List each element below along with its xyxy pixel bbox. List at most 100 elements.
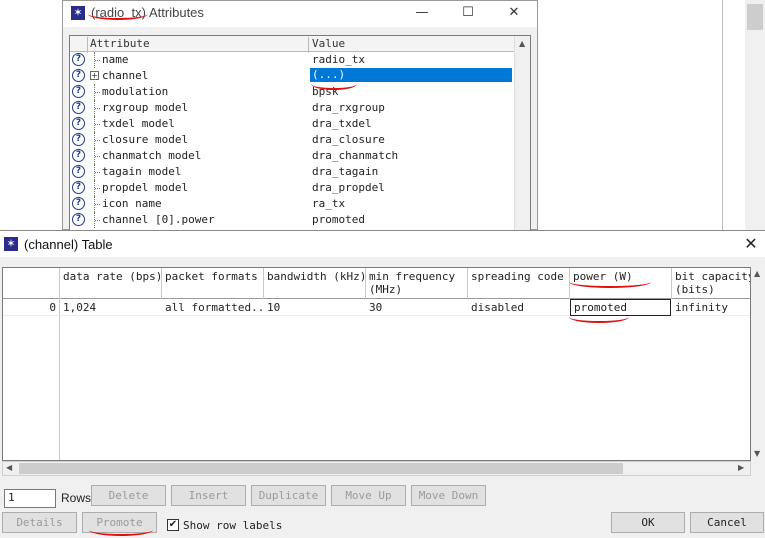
attribute-name: txdel model: [102, 117, 175, 130]
attributes-title-suffix: Attributes: [149, 5, 204, 20]
cell-packet-formats[interactable]: all formatted...: [162, 299, 264, 316]
attribute-value[interactable]: promoted: [312, 213, 365, 226]
cell-data-rate[interactable]: 1,024: [60, 299, 162, 316]
help-icon[interactable]: ?: [72, 101, 85, 114]
show-row-labels-label[interactable]: Show row labels: [183, 519, 282, 532]
attribute-row[interactable]: ? closure model dra_closure: [70, 132, 516, 148]
attribute-row[interactable]: ? icon name ra_tx: [70, 196, 516, 212]
attribute-row[interactable]: ? channel [0].power promoted: [70, 212, 516, 228]
tree-connector-icon: [94, 148, 100, 164]
attribute-value[interactable]: dra_tagain: [312, 165, 378, 178]
attribute-row[interactable]: ? modulation bpsk: [70, 84, 516, 100]
attribute-name: icon name: [102, 197, 162, 210]
attribute-row[interactable]: ? chanmatch model dra_chanmatch: [70, 148, 516, 164]
column-header-bit-capacity[interactable]: bit capacity (bits): [672, 268, 750, 299]
column-header-value[interactable]: Value: [312, 37, 345, 50]
horizontal-scroll-thumb[interactable]: [19, 463, 623, 474]
close-icon[interactable]: ✕: [737, 231, 765, 257]
background-divider: [722, 0, 723, 230]
grid-horizontal-scrollbar[interactable]: ◀ ▶: [2, 461, 751, 476]
attributes-table-header: Attribute Value: [70, 36, 516, 53]
help-icon[interactable]: ?: [72, 197, 85, 210]
attribute-value[interactable]: dra_txdel: [312, 117, 372, 130]
show-row-labels-checkbox[interactable]: ✔: [167, 519, 179, 531]
table-title: (channel) Table: [24, 237, 113, 252]
insert-button[interactable]: Insert: [171, 485, 246, 506]
duplicate-button[interactable]: Duplicate: [251, 485, 326, 506]
rows-count-input[interactable]: 1: [4, 489, 56, 508]
cell-min-frequency[interactable]: 30: [366, 299, 468, 316]
column-header-packet-formats[interactable]: packet formats: [162, 268, 264, 299]
attribute-value[interactable]: dra_closure: [312, 133, 385, 146]
attribute-row[interactable]: ? propdel model dra_propdel: [70, 180, 516, 196]
rows-label: Rows: [61, 491, 92, 505]
attribute-value[interactable]: dra_chanmatch: [312, 149, 398, 162]
help-icon[interactable]: ?: [72, 213, 85, 226]
help-icon[interactable]: ?: [72, 117, 85, 130]
attribute-value[interactable]: ra_tx: [312, 197, 345, 210]
attribute-value[interactable]: dra_rxgroup: [312, 101, 385, 114]
scroll-up-arrow-icon[interactable]: ▲: [754, 269, 760, 278]
help-icon[interactable]: ?: [72, 181, 85, 194]
scroll-right-arrow-icon[interactable]: ▶: [738, 463, 744, 472]
close-icon[interactable]: ✕: [491, 1, 537, 25]
ok-button[interactable]: OK: [611, 512, 685, 533]
cell-bit-capacity[interactable]: infinity: [672, 299, 750, 316]
column-header-min-frequency[interactable]: min frequency (MHz): [366, 268, 468, 299]
attribute-name: propdel model: [102, 181, 189, 194]
table-row[interactable]: 0 1,024 all formatted... 10 30 disabled …: [3, 299, 750, 316]
tree-connector-icon: [94, 52, 100, 68]
tree-connector-icon: [94, 100, 100, 116]
grid-vertical-scrollbar[interactable]: ▲ ▼: [751, 267, 765, 461]
help-icon[interactable]: ?: [72, 133, 85, 146]
tree-connector-icon: [94, 164, 100, 180]
channel-table-dialog: ✶ (channel) Table ✕ data rate (bps) pack…: [0, 230, 765, 538]
scroll-up-arrow-icon[interactable]: ▲: [519, 39, 525, 48]
row-label[interactable]: 0: [3, 299, 60, 316]
background-scroll-thumb[interactable]: [747, 4, 763, 30]
help-icon[interactable]: ?: [72, 85, 85, 98]
attribute-row[interactable]: ? tagain model dra_tagain: [70, 164, 516, 180]
help-icon[interactable]: ?: [72, 53, 85, 66]
attributes-table: Attribute Value ? name radio_tx? + channel (.…: [69, 35, 531, 231]
attribute-value[interactable]: radio_tx: [312, 53, 365, 66]
maximize-icon[interactable]: ☐: [445, 1, 491, 25]
minimize-icon[interactable]: —: [399, 1, 445, 25]
help-icon[interactable]: ?: [72, 165, 85, 178]
expand-plus-icon[interactable]: +: [90, 71, 99, 80]
attribute-name: channel [0].power: [102, 213, 215, 226]
column-header-attribute[interactable]: Attribute: [90, 37, 150, 50]
background-scrollbar[interactable]: [745, 0, 765, 230]
scroll-left-arrow-icon[interactable]: ◀: [6, 463, 12, 472]
attributes-scrollbar[interactable]: ▲: [514, 36, 530, 230]
tree-connector-icon: [94, 84, 100, 100]
help-icon[interactable]: ?: [72, 69, 85, 82]
attribute-row[interactable]: ? rxgroup model dra_rxgroup: [70, 100, 516, 116]
tree-connector-icon: [94, 212, 100, 228]
tree-connector-icon: [94, 196, 100, 212]
scroll-down-arrow-icon[interactable]: ▼: [754, 449, 760, 458]
column-header-bandwidth[interactable]: bandwidth (kHz): [264, 268, 366, 299]
cell-spreading-code[interactable]: disabled: [468, 299, 570, 316]
attribute-row[interactable]: ? + channel (...): [70, 68, 516, 84]
attribute-row[interactable]: ? txdel model dra_txdel: [70, 116, 516, 132]
move-up-button[interactable]: Move Up: [331, 485, 406, 506]
delete-button[interactable]: Delete: [91, 485, 166, 506]
row-label-column: [3, 299, 60, 460]
tree-connector-icon: [94, 116, 100, 132]
attribute-row[interactable]: ? name radio_tx: [70, 52, 516, 68]
attribute-value[interactable]: dra_propdel: [312, 181, 385, 194]
app-star-icon: ✶: [71, 6, 85, 20]
details-button[interactable]: Details: [2, 512, 77, 533]
attribute-name: closure model: [102, 133, 189, 146]
move-down-button[interactable]: Move Down: [411, 485, 486, 506]
column-header-data-rate[interactable]: data rate (bps): [60, 268, 162, 299]
column-header-spreading-code[interactable]: spreading code: [468, 268, 570, 299]
cell-bandwidth[interactable]: 10: [264, 299, 366, 316]
attribute-value[interactable]: (...): [310, 68, 512, 82]
cell-power-editor[interactable]: promoted: [570, 299, 671, 316]
cancel-button[interactable]: Cancel: [690, 512, 764, 533]
channel-grid: data rate (bps) packet formats bandwidth…: [2, 267, 751, 461]
attribute-name: tagain model: [102, 165, 182, 178]
help-icon[interactable]: ?: [72, 149, 85, 162]
